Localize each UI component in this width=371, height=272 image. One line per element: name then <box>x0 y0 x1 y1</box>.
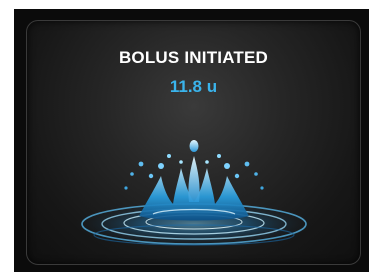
notification-title: BOLUS INITIATED <box>118 48 269 67</box>
bolus-amount: 11.8 u <box>169 77 218 96</box>
water-drop-splash-icon <box>76 140 312 246</box>
device-frame: BOLUS INITIATED 11.8 u <box>0 0 371 272</box>
bolus-notification-screen: BOLUS INITIATED 11.8 u <box>26 20 361 265</box>
